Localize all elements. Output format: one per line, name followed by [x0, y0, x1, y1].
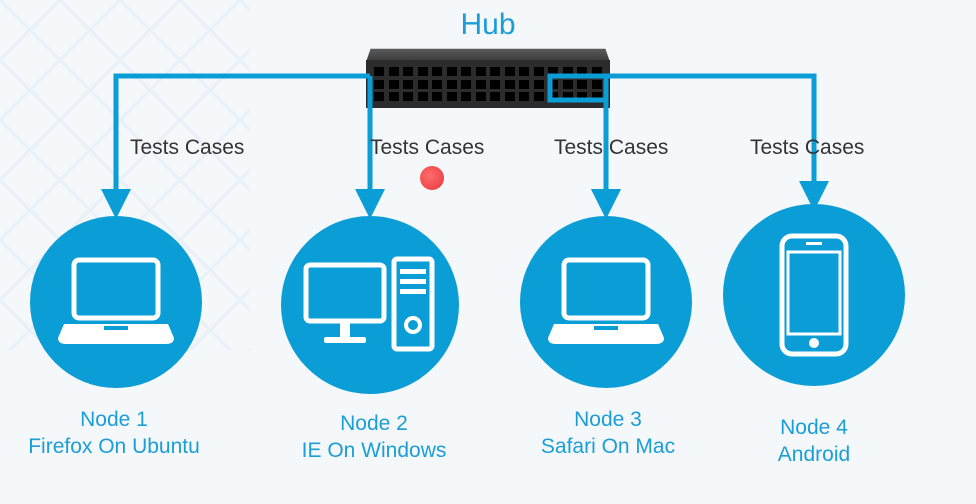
node-3-subtitle: Safari On Mac: [498, 433, 718, 460]
hub-front-face: [366, 60, 610, 108]
desktop-tower-icon: [300, 245, 440, 365]
node-2-label: Node 2 IE On Windows: [264, 410, 484, 464]
node-1-subtitle: Firefox On Ubuntu: [4, 433, 224, 460]
hub-port-row: [374, 92, 602, 101]
node-4-subtitle: Android: [704, 441, 924, 468]
hub-label: Hub: [460, 8, 515, 42]
node-2-title: Node 2: [264, 410, 484, 437]
node-2-circle: [281, 216, 459, 394]
laptop-icon: [56, 252, 176, 352]
smartphone-icon: [774, 230, 854, 360]
arrow-label-3: Tests Cases: [554, 136, 668, 160]
node-1-title: Node 1: [4, 406, 224, 433]
hub-device: [366, 44, 610, 108]
node-4-label: Node 4 Android: [704, 414, 924, 468]
node-3-label: Node 3 Safari On Mac: [498, 406, 718, 460]
laptop-icon: [546, 252, 666, 352]
node-4-circle: [723, 204, 905, 386]
arrow-label-2: Tests Cases: [370, 136, 484, 160]
hub-port-row: [374, 80, 602, 89]
node-2-subtitle: IE On Windows: [264, 437, 484, 464]
node-3-circle: [520, 216, 692, 388]
node-4-title: Node 4: [704, 414, 924, 441]
node-1-label: Node 1 Firefox On Ubuntu: [4, 406, 224, 460]
pointer-dot-icon: [420, 166, 444, 190]
node-1-circle: [30, 216, 202, 388]
arrow-label-4: Tests Cases: [750, 136, 864, 160]
hub-port-row: [374, 67, 602, 76]
node-3-title: Node 3: [498, 406, 718, 433]
arrow-label-1: Tests Cases: [130, 136, 244, 160]
